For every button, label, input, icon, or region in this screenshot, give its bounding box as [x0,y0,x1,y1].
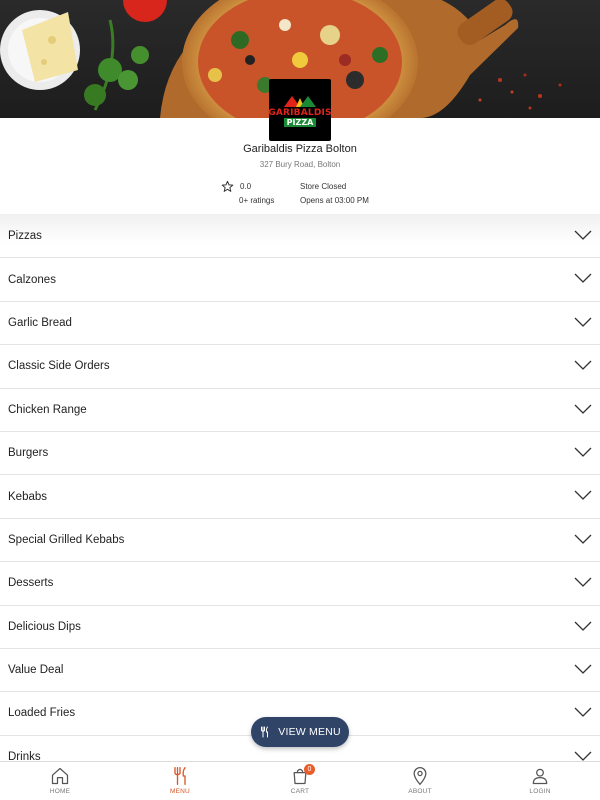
menu-category-list: Pizzas Calzones Garlic Bread Classic Side O… [0,215,600,780]
category-row[interactable]: Pizzas [0,215,600,259]
category-row[interactable]: Chicken Range [0,389,600,432]
chevron-down-icon[interactable] [574,663,592,675]
nav-login-label: LOGIN [529,788,551,795]
bottom-navigation: HOME MENU 0 CART ABOUT LOGIN [0,761,600,800]
ratings-count: 0+ ratings [239,196,275,205]
category-label: Loaded Fries [8,707,76,720]
nav-home-label: HOME [49,788,71,795]
chevron-down-icon[interactable] [574,272,592,284]
category-label: Delicious Dips [8,620,81,633]
nav-cart-label: CART [290,788,310,795]
location-pin-icon [413,767,427,786]
chevron-down-icon[interactable] [574,403,592,415]
chevron-down-icon[interactable] [574,706,592,718]
user-icon [532,768,548,785]
store-status: Store Closed [300,182,347,191]
category-label: Garlic Bread [8,316,72,329]
home-icon [51,767,69,785]
chevron-down-icon[interactable] [574,620,592,632]
view-menu-button[interactable]: VIEW MENU [251,717,349,747]
chevron-down-icon[interactable] [574,489,592,501]
cart-count-badge: 0 [304,764,315,775]
chevron-down-icon[interactable] [574,359,592,371]
chevron-down-icon[interactable] [574,229,592,241]
category-label: Pizzas [8,230,42,243]
category-row[interactable]: Value Deal [0,649,600,693]
chevron-down-icon[interactable] [574,576,592,588]
category-label: Classic Side Orders [8,360,110,373]
category-label: Value Deal [8,664,64,677]
pizza-slice-logo-icon [284,95,316,107]
cutlery-icon [174,767,186,785]
logo-text: GARIBALDIS [268,107,332,118]
category-row[interactable]: Desserts [0,562,600,606]
view-menu-label: VIEW MENU [278,726,341,738]
store-address: 327 Bury Road, Bolton [259,160,341,169]
category-row[interactable]: Calzones [0,258,600,302]
rating-value: 0.0 [240,182,252,191]
nav-home[interactable]: HOME [0,762,120,800]
chevron-down-icon[interactable] [574,446,592,458]
nav-menu-label: MENU [170,788,190,795]
category-label: Burgers [8,447,49,460]
nav-about-label: ABOUT [408,788,432,795]
category-row[interactable]: Garlic Bread [0,302,600,346]
category-row[interactable]: Special Grilled Kebabs [0,519,600,563]
category-label: Calzones [8,273,56,286]
category-label: Kebabs [8,490,48,503]
category-label: Special Grilled Kebabs [8,533,125,546]
category-label: Desserts [8,577,54,590]
nav-menu[interactable]: MENU [120,762,240,800]
nav-login[interactable]: LOGIN [480,762,600,800]
category-label: Chicken Range [8,403,87,416]
star-icon [221,180,234,192]
category-row[interactable]: Classic Side Orders [0,345,600,389]
nav-cart[interactable]: 0 CART [240,762,360,800]
chevron-down-icon[interactable] [574,533,592,545]
category-row[interactable]: Kebabs [0,475,600,519]
store-name: Garibaldis Pizza Bolton [243,143,357,155]
store-opening-time: Opens at 03:00 PM [300,196,369,205]
cutlery-icon [261,726,269,738]
chevron-down-icon[interactable] [574,316,592,328]
category-row[interactable]: Burgers [0,432,600,476]
nav-about[interactable]: ABOUT [360,762,480,800]
chevron-down-icon[interactable] [574,750,592,762]
category-row[interactable]: Delicious Dips [0,606,600,649]
logo-subtext: PIZZA [283,117,317,127]
store-logo: GARIBALDIS PIZZA [268,79,332,141]
